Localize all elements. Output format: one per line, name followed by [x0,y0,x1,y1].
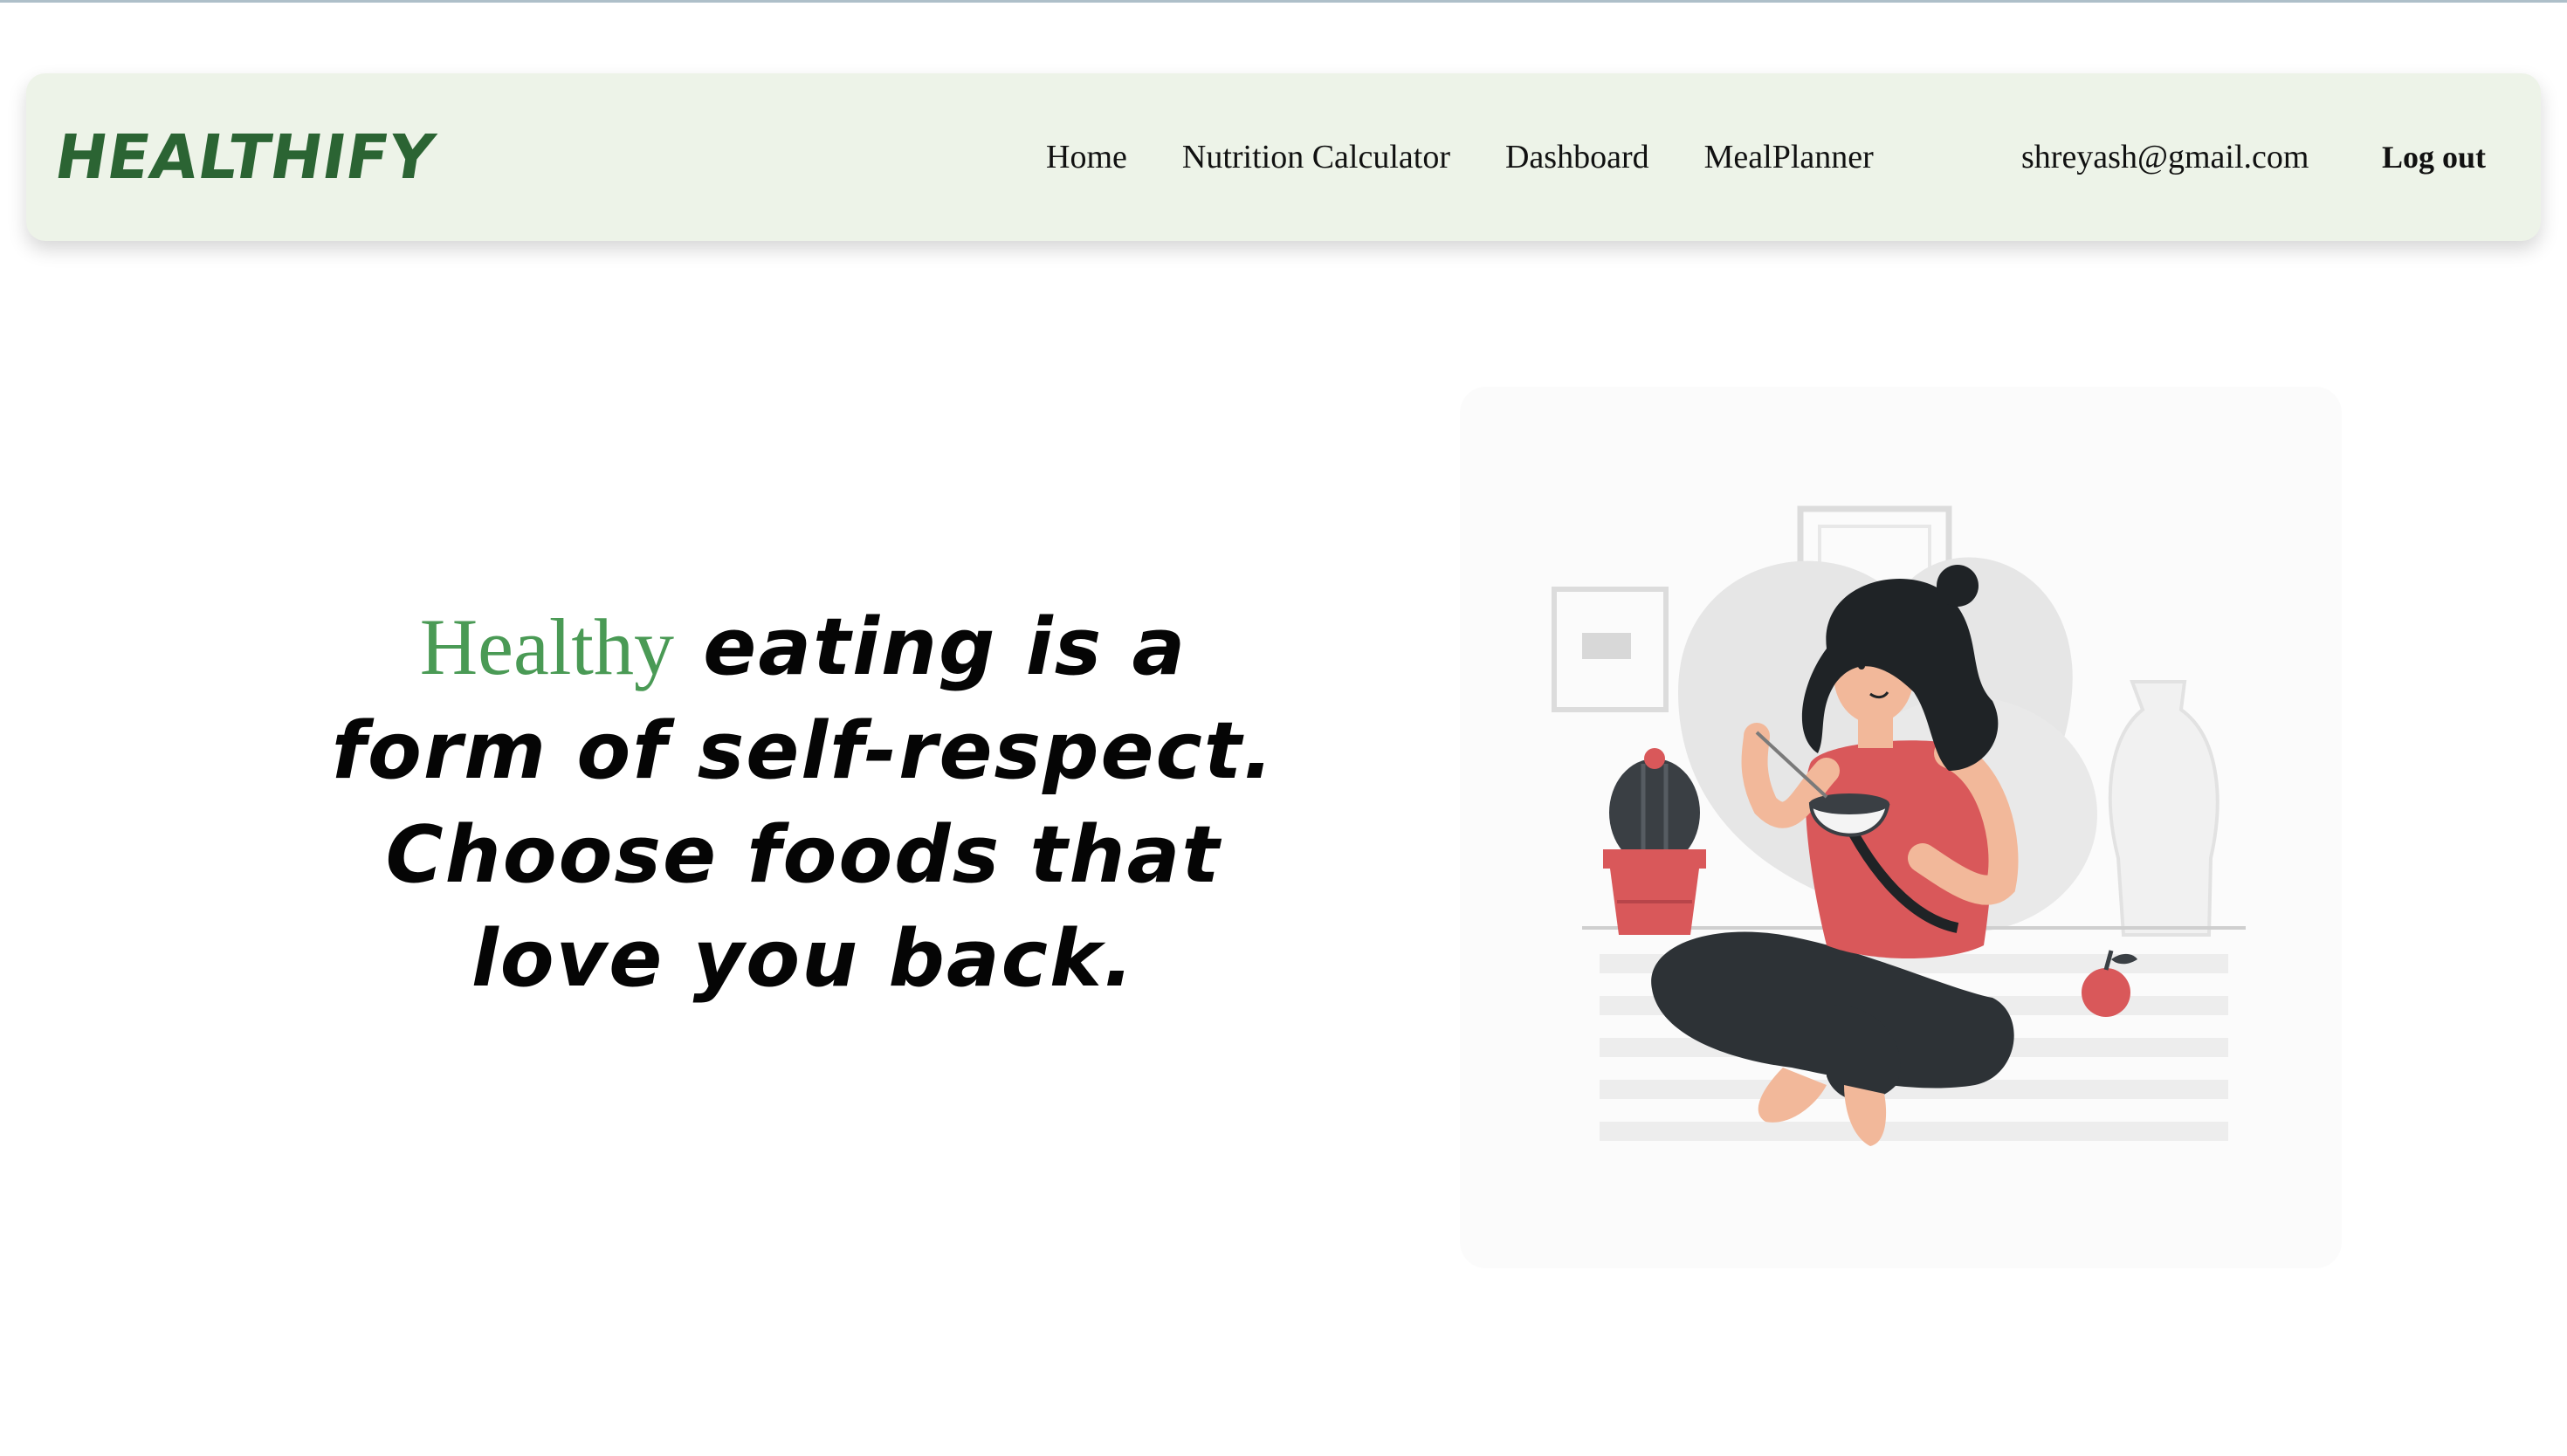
nav-link-nutrition-calculator[interactable]: Nutrition Calculator [1182,138,1450,176]
navbar: HEALTHIFY Home Nutrition Calculator Dash… [26,73,2541,241]
hero-accent-word: Healthy [419,602,674,691]
hero-headline: Healthy eating is a form of self-respect… [306,605,1301,1021]
nav-link-meal-planner[interactable]: MealPlanner [1704,138,1874,176]
nav-link-home[interactable]: Home [1046,138,1127,176]
wall-frame-left-inner [1582,633,1631,659]
woman-eating-illustration [1460,387,2342,1268]
nav-link-dashboard[interactable]: Dashboard [1505,138,1649,176]
brand-logo[interactable]: HEALTHIFY [51,121,440,193]
user-email: shreyash@gmail.com [2021,139,2309,175]
logout-button[interactable]: Log out [2382,139,2486,175]
nav-links: Home Nutrition Calculator Dashboard Meal… [1046,138,1929,176]
